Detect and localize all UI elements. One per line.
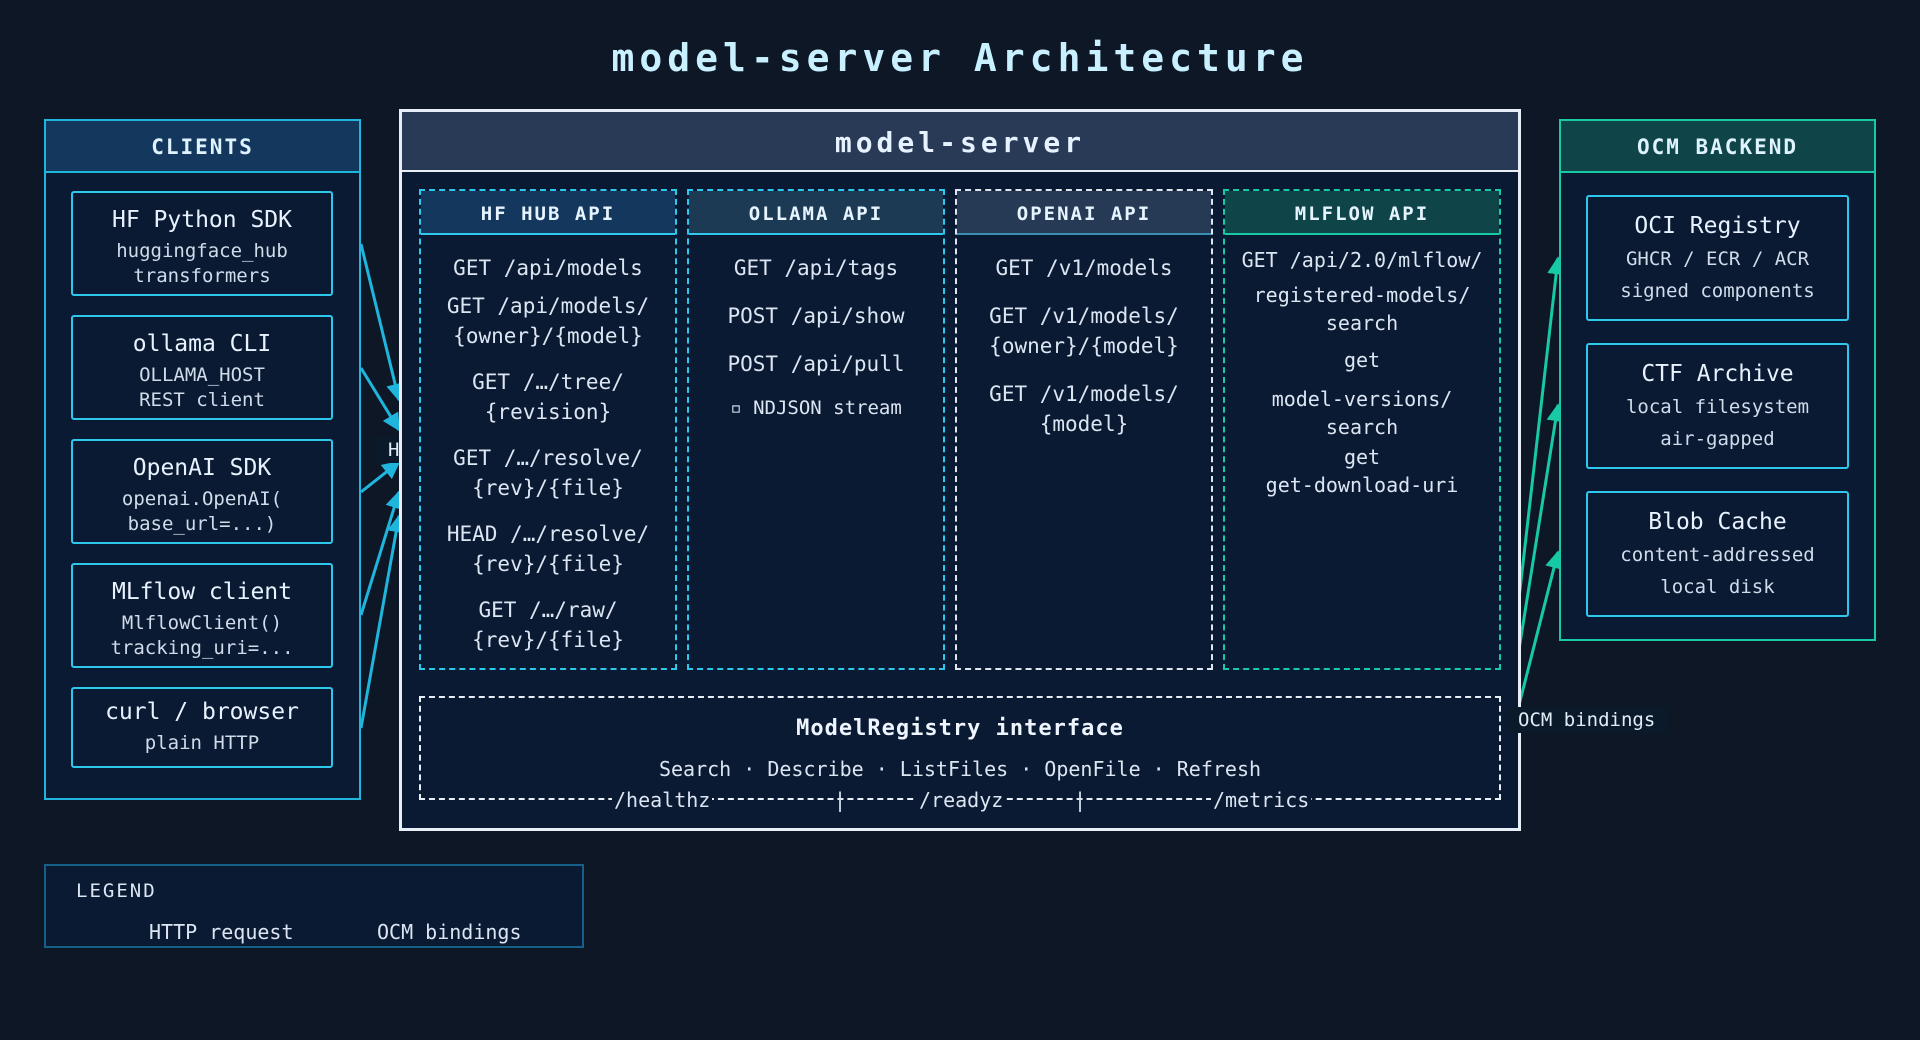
endpoint: GET /v1/models/ {model} [989,382,1179,436]
ocm-item-title: CTF Archive [1641,361,1794,387]
ocm-item-detail: GHCR / ECR / ACR [1625,248,1810,270]
ocm-ctf-archive[interactable]: CTF Archive local filesystem air-gapped [1586,343,1849,469]
client-detail: huggingface_hub [116,240,288,262]
client-detail: REST client [139,389,265,411]
client-title: curl / browser [105,699,299,725]
metrics-endpoint: /metrics [1211,788,1312,812]
endpoint: GET /v1/models [995,256,1173,280]
endpoint: get [1343,348,1381,372]
model-registry-interface: ModelRegistry interface Search · Describ… [419,696,1501,800]
ocm-item-detail: air-gapped [1660,428,1775,450]
readyz-endpoint: /readyz [917,788,1006,812]
ocm-item-detail: content-addressed [1620,544,1815,566]
endpoint: HEAD /…/resolve/ {rev}/{file} [446,522,650,576]
api-hf-hub: HF HUB API GET /api/models GET /api/mode… [419,189,677,670]
ocm-item-title: Blob Cache [1648,509,1787,535]
endpoint: registered-models/ search [1253,283,1471,335]
endpoint: GET /api/models/ {owner}/{model} [446,294,650,348]
registry-methods: Search · Describe · ListFiles · OpenFile… [658,757,1262,781]
ocm-blob-cache[interactable]: Blob Cache content-addressed local disk [1586,491,1849,617]
client-detail: tracking_uri=... [110,637,294,659]
legend: LEGEND HTTP request OCM bindings [44,864,584,948]
client-title: MLflow client [111,579,292,605]
legend-http-label: HTTP request [149,920,294,944]
client-detail: OLLAMA_HOST [139,364,265,386]
api-title: MLFLOW API [1225,191,1499,235]
ocm-header: OCM BACKEND [1561,121,1874,173]
api-ollama: OLLAMA API GET /api/tags POST /api/show … [687,189,945,670]
health-separator: | [834,788,847,812]
health-separator: | [1074,788,1087,812]
client-hf-python-sdk[interactable]: HF Python SDK huggingface_hub transforme… [71,191,333,296]
ocm-item-title: OCI Registry [1634,213,1801,239]
endpoint: GET /…/raw/ {rev}/{file} [472,598,624,652]
endpoint: POST /api/show [727,304,905,328]
legend-title: LEGEND [76,880,157,902]
ocm-bindings-label: OCM bindings [1506,707,1668,733]
legend-ocm-label: OCM bindings [377,920,522,944]
endpoint: GET /api/tags [733,256,899,280]
endpoint: ▫ NDJSON stream [730,397,902,419]
client-detail: transformers [133,265,271,287]
endpoint: GET /…/resolve/ {rev}/{file} [453,446,643,500]
healthz-endpoint: /healthz [612,788,713,812]
client-title: ollama CLI [132,331,272,357]
ocm-oci-registry[interactable]: OCI Registry GHCR / ECR / ACR signed com… [1586,195,1849,321]
client-openai-sdk[interactable]: OpenAI SDK openai.OpenAI( base_url=...) [71,439,333,544]
api-title: OPENAI API [957,191,1211,235]
endpoint: POST /api/pull [727,352,905,376]
endpoint: GET /…/tree/ {revision} [472,370,624,424]
endpoint: GET /api/2.0/mlflow/ [1241,248,1483,272]
client-curl-browser[interactable]: curl / browser plain HTTP [71,687,333,768]
endpoint: GET /v1/models/ {owner}/{model} [989,304,1179,358]
ocm-item-detail: local filesystem [1625,396,1810,418]
registry-title: ModelRegistry interface [796,716,1124,741]
http-arrow-openai [360,460,401,494]
endpoint: get get-download-uri [1265,445,1459,497]
client-detail: openai.OpenAI( [121,488,283,510]
client-mlflow[interactable]: MLflow client MlflowClient() tracking_ur… [71,563,333,668]
client-detail: MlflowClient() [121,612,283,634]
endpoint: GET /api/models [453,256,643,280]
client-ollama-cli[interactable]: ollama CLI OLLAMA_HOST REST client [71,315,333,420]
api-openai: OPENAI API GET /v1/models GET /v1/models… [955,189,1213,670]
ocm-item-detail: signed components [1620,280,1815,302]
http-arrow-curl [359,514,406,729]
client-detail: plain HTTP [144,732,260,754]
endpoint: model-versions/ search [1271,387,1453,439]
api-mlflow: MLFLOW API GET /api/2.0/mlflow/ register… [1223,189,1501,670]
client-title: HF Python SDK [111,207,292,233]
ocm-item-detail: local disk [1660,576,1775,598]
client-title: OpenAI SDK [132,455,272,481]
api-title: HF HUB API [421,191,675,235]
client-detail: base_url=...) [127,513,277,535]
server-header: model-server [402,112,1518,172]
clients-header: CLIENTS [46,121,359,173]
api-title: OLLAMA API [689,191,943,235]
